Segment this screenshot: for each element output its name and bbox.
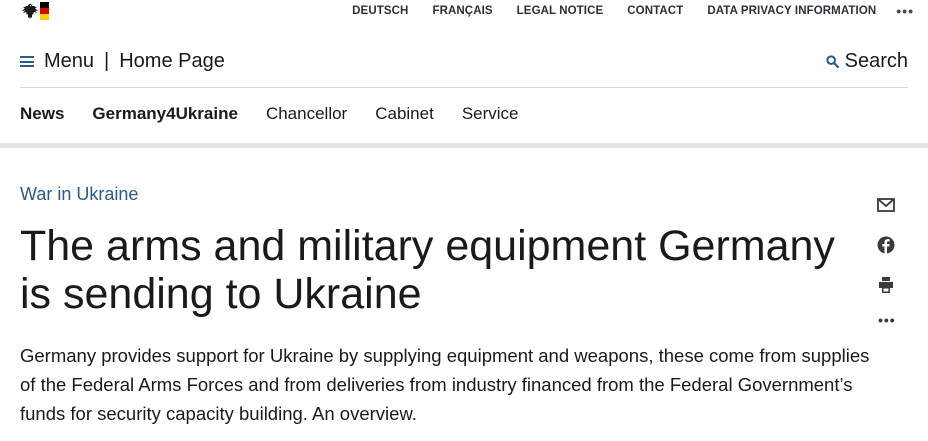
print-icon[interactable] [876, 275, 896, 295]
federal-eagle-icon[interactable] [20, 2, 40, 22]
search-label: Search [844, 50, 908, 72]
page: DEUTSCH FRANÇAIS LEGAL NOTICE CONTACT DA… [0, 0, 928, 441]
flag-gold-stripe [40, 14, 49, 20]
mail-icon[interactable] [876, 195, 896, 215]
nav-germany4ukraine[interactable]: Germany4Ukraine [92, 104, 238, 124]
share-bar: ••• [876, 195, 898, 327]
hamburger-icon [20, 56, 34, 67]
search-button[interactable]: Search [826, 50, 908, 73]
link-data-privacy[interactable]: DATA PRIVACY INFORMATION [707, 5, 876, 17]
more-options-icon[interactable]: ••• [896, 4, 914, 18]
search-icon [826, 55, 839, 68]
article-kicker-link[interactable]: War in Ukraine [20, 184, 138, 205]
menu-label: Menu [44, 50, 95, 72]
nav-service[interactable]: Service [462, 104, 519, 124]
utility-links: DEUTSCH FRANÇAIS LEGAL NOTICE CONTACT DA… [328, 4, 928, 18]
link-contact[interactable]: CONTACT [627, 5, 683, 17]
nav-cabinet[interactable]: Cabinet [375, 104, 434, 124]
german-flag [40, 2, 49, 20]
separator: | [104, 50, 110, 72]
menu-button[interactable]: Menu | Home Page [20, 50, 225, 73]
article-title: The arms and military equipment Germany … [20, 222, 835, 318]
utility-bar: DEUTSCH FRANÇAIS LEGAL NOTICE CONTACT DA… [0, 0, 928, 24]
main-nav: News Germany4Ukraine Chancellor Cabinet … [20, 104, 547, 124]
nav-news[interactable]: News [20, 104, 64, 124]
link-francais[interactable]: FRANÇAIS [432, 5, 492, 17]
facebook-icon[interactable] [876, 235, 896, 255]
link-legal-notice[interactable]: LEGAL NOTICE [517, 5, 604, 17]
nav-chancellor[interactable]: Chancellor [266, 104, 347, 124]
nav-divider [0, 143, 928, 148]
article-lead: Germany provides support for Ukraine by … [20, 345, 870, 424]
link-deutsch[interactable]: DEUTSCH [352, 5, 408, 17]
home-page-link[interactable]: Home Page [119, 50, 225, 73]
more-share-options-icon[interactable]: ••• [878, 313, 898, 327]
header-bar: Menu | Home Page Search [20, 40, 908, 88]
